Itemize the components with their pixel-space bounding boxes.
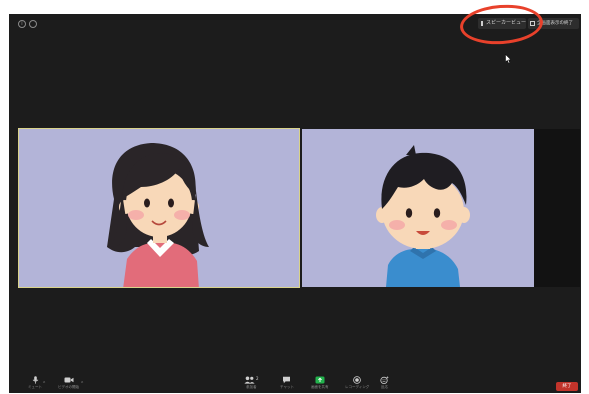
info-icon[interactable]: i [18, 20, 26, 28]
meeting-info-icons: i [18, 20, 37, 28]
start-video-button[interactable]: ビデオの開始 [58, 376, 79, 389]
record-icon [353, 376, 361, 384]
shield-icon[interactable] [29, 20, 37, 28]
chat-icon [283, 376, 291, 384]
share-screen-button[interactable]: 画面を共有 [311, 376, 329, 389]
video-options-chevron-icon[interactable]: ⌃ [80, 381, 84, 387]
reactions-icon [380, 376, 389, 384]
mute-label: ミュート [28, 385, 42, 389]
record-label: レコーディング [345, 385, 370, 389]
end-meeting-button[interactable]: 終了 [556, 382, 578, 391]
participants-icon [244, 376, 255, 384]
share-screen-label: 画面を共有 [311, 385, 329, 389]
start-video-label: ビデオの開始 [58, 385, 79, 389]
man-avatar [376, 145, 470, 287]
reactions-label: 反応 [381, 385, 388, 389]
share-screen-icon [315, 376, 325, 384]
video-camera-icon [64, 377, 73, 383]
mouse-cursor-icon [505, 54, 512, 64]
empty-video-area [534, 129, 580, 287]
mute-button[interactable]: ミュート [28, 376, 42, 389]
video-tile-woman[interactable] [18, 128, 300, 288]
participants-label: 参加者 [246, 385, 257, 389]
video-tile-man[interactable] [302, 129, 534, 287]
audio-options-chevron-icon[interactable]: ⌃ [42, 381, 46, 387]
record-button[interactable]: レコーディング [345, 376, 369, 389]
microphone-icon [32, 376, 38, 384]
woman-avatar [107, 143, 209, 287]
chat-button[interactable]: チャット [280, 376, 294, 389]
reactions-button[interactable]: 反応 [380, 376, 389, 389]
chat-label: チャット [280, 385, 294, 389]
participants-count: 2 [256, 376, 259, 381]
participants-button[interactable]: 2 参加者 [244, 376, 259, 389]
meeting-controls-bar [9, 372, 581, 393]
